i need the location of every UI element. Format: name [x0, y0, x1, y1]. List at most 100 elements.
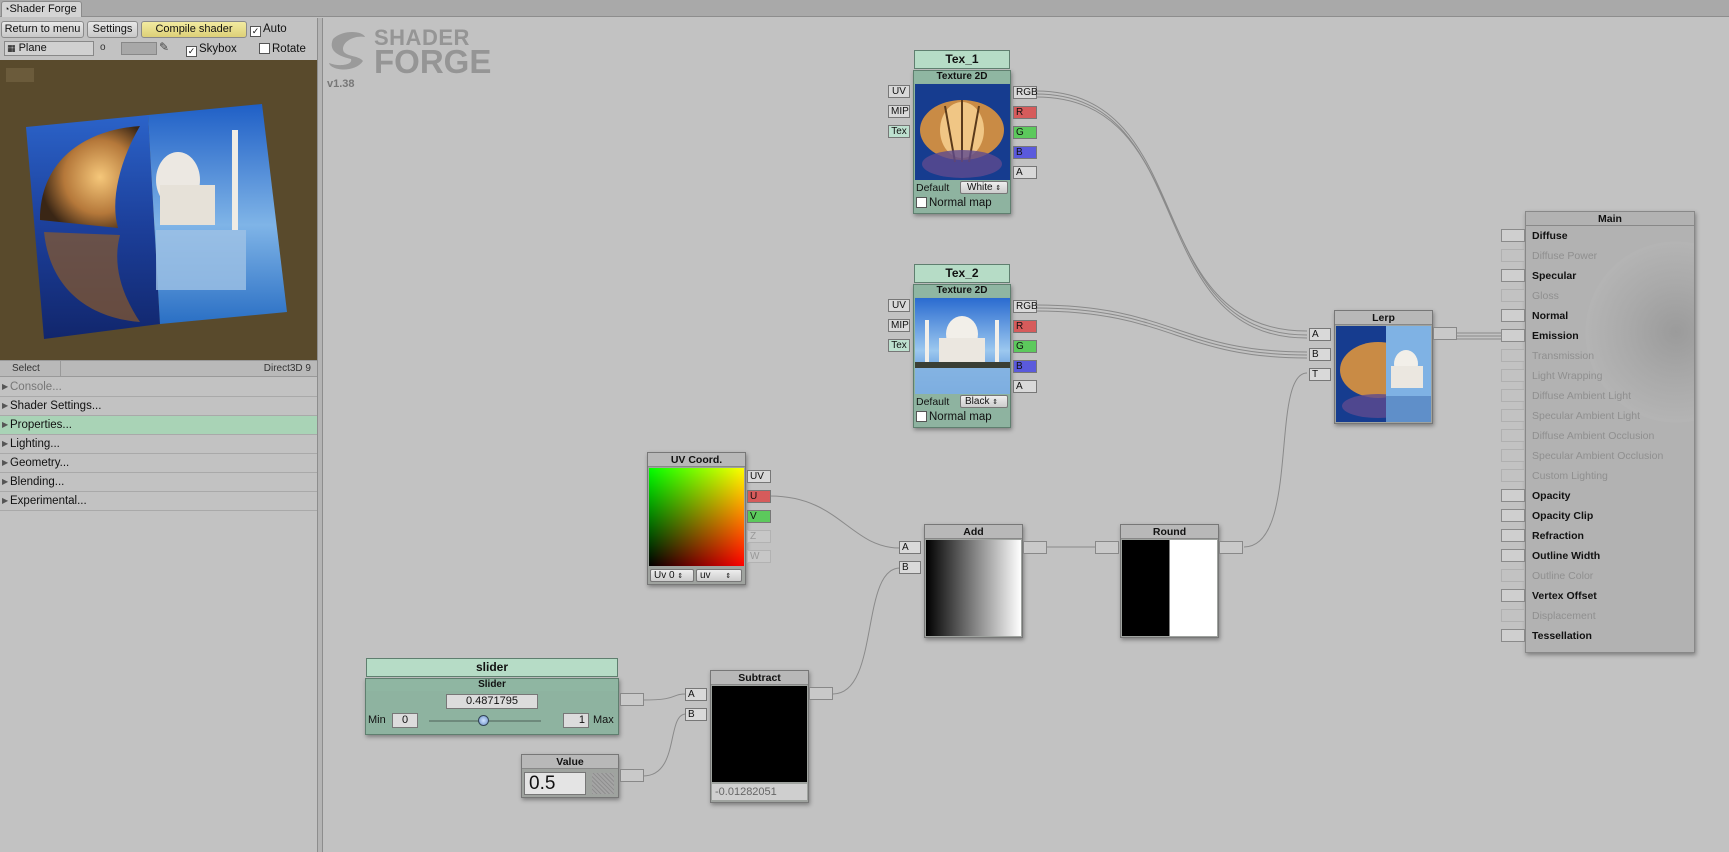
slider-thumb[interactable]	[477, 715, 489, 726]
round-output[interactable]	[1219, 541, 1243, 554]
main-input-port[interactable]	[1501, 549, 1525, 562]
main-input-row: Specular Ambient Occlusion	[1501, 447, 1694, 465]
main-input-label: Normal	[1532, 310, 1569, 322]
main-input-row: Gloss	[1501, 287, 1694, 305]
tex1-input-uv[interactable]: UV	[888, 85, 910, 98]
tex1-input-mip[interactable]: MIP	[888, 105, 910, 118]
uv-coord-node[interactable]: UV Coord. Uv 0 ⇕ uv ⇕	[647, 452, 746, 585]
normal-map-check	[916, 197, 927, 208]
lerp-input-a[interactable]: A	[1309, 328, 1331, 341]
value-drag-handle-icon[interactable]	[592, 773, 614, 794]
round-input[interactable]	[1095, 541, 1119, 554]
uv-gradient-preview	[649, 468, 744, 566]
tex1-output-r[interactable]: R	[1013, 106, 1037, 119]
main-input-row: Opacity	[1501, 487, 1694, 505]
value-node[interactable]: Value 0.5	[521, 754, 619, 798]
uv-output-z[interactable]: Z	[747, 530, 771, 543]
main-input-port	[1501, 409, 1525, 422]
tex2-output-g[interactable]: G	[1013, 340, 1037, 353]
value-field[interactable]: 0.5	[524, 772, 586, 795]
tex2-default-select[interactable]: Black ⇕	[960, 395, 1008, 408]
main-input-port[interactable]	[1501, 629, 1525, 642]
uv-channel-select[interactable]: Uv 0 ⇕	[650, 569, 694, 582]
subtract-node[interactable]: Subtract -0.01282051	[710, 670, 809, 803]
tex1-output-g[interactable]: G	[1013, 126, 1037, 139]
slider-value-field[interactable]: 0.4871795	[446, 694, 538, 709]
main-input-port[interactable]	[1501, 509, 1525, 522]
uv-output-uv[interactable]: UV	[747, 470, 771, 483]
uv-output-v[interactable]: V	[747, 510, 771, 523]
round-node[interactable]: Round	[1120, 524, 1219, 638]
add-output[interactable]	[1023, 541, 1047, 554]
tex1-output-a[interactable]: A	[1013, 166, 1037, 179]
main-input-row: Outline Width	[1501, 547, 1694, 565]
main-input-port	[1501, 289, 1525, 302]
lerp-input-b[interactable]: B	[1309, 348, 1331, 361]
tex2-input-mip[interactable]: MIP	[888, 319, 910, 332]
add-node[interactable]: Add	[924, 524, 1023, 638]
main-input-port[interactable]	[1501, 529, 1525, 542]
tex1-output-rgb[interactable]: RGB	[1013, 86, 1038, 99]
main-input-row: Light Wrapping	[1501, 367, 1694, 385]
add-input-a[interactable]: A	[899, 541, 921, 554]
main-input-port[interactable]	[1501, 329, 1525, 342]
main-input-row: Custom Lighting	[1501, 467, 1694, 485]
subtract-result: -0.01282051	[712, 784, 807, 800]
uv-output-w[interactable]: W	[747, 550, 771, 563]
tex2-default-value: Black	[965, 396, 990, 407]
main-input-port	[1501, 389, 1525, 402]
add-title: Add	[925, 525, 1022, 539]
subtract-input-b[interactable]: B	[685, 708, 707, 721]
tex2-output-b[interactable]: B	[1013, 360, 1037, 373]
tex1-node[interactable]: Tex_1 Texture 2D Default White ⇕ Normal …	[913, 50, 1011, 214]
tex2-output-a[interactable]: A	[1013, 380, 1037, 393]
main-input-label: Light Wrapping	[1532, 370, 1603, 382]
tex2-type: Texture 2D	[914, 285, 1010, 297]
tex2-output-r[interactable]: R	[1013, 320, 1037, 333]
lerp-node[interactable]: Lerp	[1334, 310, 1433, 424]
main-input-port[interactable]	[1501, 229, 1525, 242]
subtract-output[interactable]	[809, 687, 833, 700]
add-input-b[interactable]: B	[899, 561, 921, 574]
main-node[interactable]: Main Diffuse Diffuse Power Specular Gloss No…	[1501, 211, 1695, 653]
slider-node[interactable]: slider Slider 0.4871795 Min 0 1 Max	[365, 658, 619, 735]
slider-min-field[interactable]: 0	[392, 713, 418, 728]
main-input-label: Transmission	[1532, 350, 1595, 362]
value-output[interactable]	[620, 769, 644, 782]
main-input-row: Transmission	[1501, 347, 1694, 365]
subtract-input-a[interactable]: A	[685, 688, 707, 701]
tex1-default-label: Default	[916, 182, 950, 194]
tex2-name[interactable]: Tex_2	[914, 264, 1010, 283]
updown-icon: ⇕	[992, 399, 999, 406]
main-input-label: Diffuse	[1532, 230, 1568, 242]
tex1-default-select[interactable]: White ⇕	[960, 181, 1008, 194]
tex1-name[interactable]: Tex_1	[914, 50, 1010, 69]
tex2-output-rgb[interactable]: RGB	[1013, 300, 1038, 313]
tex1-input-tex[interactable]: Tex	[888, 125, 910, 138]
main-input-port[interactable]	[1501, 309, 1525, 322]
tex1-normal-map-toggle[interactable]: Normal map	[916, 197, 992, 209]
tex1-output-b[interactable]: B	[1013, 146, 1037, 159]
tex2-input-tex[interactable]: Tex	[888, 339, 910, 352]
main-input-port[interactable]	[1501, 269, 1525, 282]
uv-channel-value: Uv 0	[654, 570, 675, 581]
main-input-port	[1501, 569, 1525, 582]
slider-name[interactable]: slider	[366, 658, 618, 677]
main-input-port	[1501, 249, 1525, 262]
main-input-label: Refraction	[1532, 530, 1584, 542]
slider-max-field[interactable]: 1	[563, 713, 589, 728]
tex2-normal-map-toggle[interactable]: Normal map	[916, 411, 992, 423]
tex2-input-uv[interactable]: UV	[888, 299, 910, 312]
main-input-label: Diffuse Power	[1532, 250, 1598, 262]
main-input-port[interactable]	[1501, 489, 1525, 502]
normal-map-check	[916, 411, 927, 422]
main-input-label: Outline Color	[1532, 570, 1594, 582]
lerp-input-t[interactable]: T	[1309, 368, 1331, 381]
slider-output[interactable]	[620, 693, 644, 706]
main-input-port[interactable]	[1501, 589, 1525, 602]
tex2-node[interactable]: Tex_2 Texture 2D Default Black ⇕ Normal …	[913, 264, 1011, 428]
lerp-output[interactable]	[1433, 327, 1457, 340]
uv-mode-select[interactable]: uv ⇕	[696, 569, 742, 582]
uv-output-u[interactable]: U	[747, 490, 771, 503]
round-preview	[1122, 540, 1217, 636]
